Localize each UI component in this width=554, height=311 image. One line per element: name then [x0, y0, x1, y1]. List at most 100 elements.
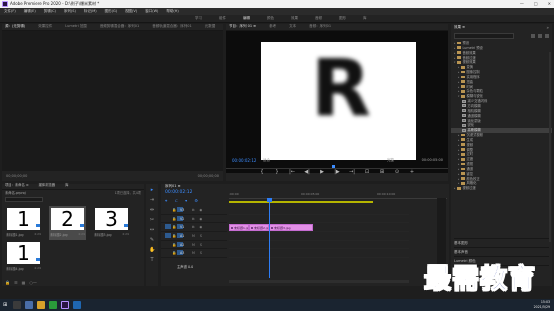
lift-button[interactable]: ⊡ — [364, 170, 370, 175]
workspace-tab[interactable]: 库 — [363, 16, 367, 21]
list-view-icon[interactable]: ☰ — [14, 280, 18, 285]
menu-graphics[interactable]: 图形(G) — [105, 9, 117, 14]
timeline-clip[interactable]: 未标题1.jpg — [229, 223, 249, 231]
track-controls[interactable]: M S — [192, 234, 204, 238]
extract-button[interactable]: ⊞ — [379, 170, 385, 175]
lock-icon[interactable]: 🔒 — [5, 280, 10, 285]
menu-view[interactable]: 视图(V) — [125, 9, 137, 14]
add-button[interactable]: + — [409, 170, 415, 175]
windows-start-icon[interactable]: ⊞ — [3, 302, 7, 308]
source-patch[interactable] — [165, 233, 171, 239]
maximize-button[interactable]: □ — [534, 1, 538, 6]
razor-tool-icon[interactable]: ✂ — [149, 217, 155, 223]
yuv-effects-icon[interactable] — [545, 34, 549, 38]
time-ruler[interactable]: :00:00 00:00:05:00 00:00:10:00 — [229, 192, 447, 199]
track-lane[interactable] — [229, 215, 409, 224]
slip-tool-icon[interactable]: ↔ — [149, 227, 155, 233]
menu-clip[interactable]: 剪辑(C) — [44, 9, 56, 14]
source-tab[interactable]: 源：(无剪辑) — [5, 25, 25, 29]
go-to-out-button[interactable]: →| — [349, 170, 355, 175]
work-area-bar[interactable] — [229, 201, 373, 203]
task-view-icon[interactable] — [25, 301, 33, 309]
workspace-tab[interactable]: 学习 — [195, 16, 202, 21]
track-controls[interactable]: ⧉ ◉ — [192, 225, 204, 229]
lock-icon[interactable]: 🔓 — [172, 243, 176, 247]
effects-search-input[interactable] — [454, 33, 514, 39]
project-item[interactable]: 1 未标题1.jpg 4:29 — [5, 206, 42, 240]
effect-folder[interactable]: ▸ 视频过渡 — [451, 186, 552, 191]
program-tab[interactable]: 参考 — [269, 25, 276, 29]
pen-tool-icon[interactable]: ✎ — [149, 237, 155, 243]
lock-icon[interactable]: 🔓 — [172, 208, 176, 212]
hand-tool-icon[interactable]: ✋ — [149, 247, 155, 253]
program-tab[interactable]: 节目：序列 01 ≡ — [229, 25, 256, 29]
track-lane[interactable] — [229, 241, 409, 250]
close-button[interactable]: ✕ — [548, 1, 551, 6]
source-tab[interactable]: 音频轨道混合器：序列01 — [152, 25, 191, 29]
track-lane[interactable] — [229, 232, 409, 241]
track-lane[interactable] — [229, 249, 409, 259]
icon-view-icon[interactable]: ▦ — [22, 280, 26, 285]
menu-edit[interactable]: 编辑(E) — [24, 9, 36, 14]
mark-out-button[interactable]: } — [274, 170, 280, 175]
system-clock[interactable]: 15:03 2021/5/29 — [534, 300, 550, 309]
track-controls[interactable]: M S — [192, 251, 204, 255]
lock-icon[interactable]: 🔓 — [172, 234, 176, 238]
project-tab[interactable]: 项目：未命名 ≡ — [5, 183, 29, 189]
source-tab[interactable]: 效果控件 — [38, 25, 52, 29]
timeline-scrollbar[interactable] — [229, 280, 409, 283]
menu-markers[interactable]: 标记(M) — [84, 9, 97, 14]
side-section[interactable]: 基本声音 — [454, 247, 549, 256]
browser-icon[interactable] — [49, 301, 57, 309]
workspace-tab[interactable]: 效果 — [291, 16, 298, 21]
source-tab[interactable]: 音频剪辑混合器：序列01 — [100, 25, 139, 29]
timeline-clip[interactable]: 未标题3.jpg — [269, 223, 313, 231]
source-tab[interactable]: 元数据 — [205, 25, 216, 29]
go-to-in-button[interactable]: |← — [289, 170, 295, 175]
type-tool-icon[interactable]: T — [149, 257, 155, 263]
lock-icon[interactable]: 🔓 — [172, 225, 176, 229]
menu-window[interactable]: 窗口(W) — [145, 9, 158, 14]
search-icon[interactable] — [13, 301, 21, 309]
workspace-tab[interactable]: 编辑 — [243, 16, 250, 21]
program-viewer[interactable]: R 00:00:02:12 适合 完整 00:00:05:00 — [226, 31, 448, 173]
project-tab[interactable]: 库 — [65, 183, 68, 189]
workspace-tab[interactable]: 组件 — [219, 16, 226, 21]
accelerated-effects-icon[interactable] — [531, 34, 535, 38]
program-playhead-marker[interactable] — [332, 165, 335, 168]
panel-menu-icon[interactable]: » — [547, 25, 549, 30]
workspace-tab[interactable]: 音频 — [315, 16, 322, 21]
program-tab[interactable]: 音频：序列01 — [309, 25, 331, 29]
ripple-edit-tool-icon[interactable]: ⇹ — [149, 207, 155, 213]
step-back-button[interactable]: ◀| — [304, 170, 310, 175]
file-explorer-icon[interactable] — [37, 301, 45, 309]
export-frame-button[interactable]: ⊙ — [394, 170, 400, 175]
project-item[interactable]: 3 未标题3.jpg 4:29 — [93, 206, 130, 240]
source-monitor-viewer[interactable] — [2, 31, 223, 171]
zoom-fit-select[interactable]: 适合 — [263, 158, 270, 163]
project-search-input[interactable] — [5, 197, 43, 202]
project-item[interactable]: 1 未标题4.jpg 4:29 — [5, 240, 42, 274]
source-timecode[interactable]: 00;00;00;00 — [6, 174, 27, 179]
timeline-clip[interactable]: 未标题2.jpg — [249, 223, 269, 231]
lock-icon[interactable]: 🔓 — [172, 217, 176, 221]
track-controls[interactable]: M S — [192, 243, 204, 247]
premiere-taskbar-icon[interactable] — [61, 301, 69, 309]
lock-icon[interactable]: 🔓 — [172, 251, 176, 255]
timeline-settings-icons[interactable]: ⌖ ⊂ ▾ ⚙ — [165, 198, 201, 203]
effects-scrollbar[interactable] — [549, 52, 551, 242]
minimize-button[interactable]: — — [520, 1, 524, 6]
track-lane[interactable]: 未标题1.jpg 未标题2.jpg 未标题3.jpg — [229, 223, 409, 233]
side-section[interactable]: 基本图形 — [454, 238, 549, 247]
selection-tool-icon[interactable]: ▸ — [149, 187, 155, 193]
source-patch[interactable] — [165, 224, 171, 230]
workspace-tab[interactable]: 颜色 — [267, 16, 274, 21]
step-forward-button[interactable]: |▶ — [334, 170, 340, 175]
track-controls[interactable]: ⧉ ◉ — [192, 217, 204, 221]
menu-help[interactable]: 帮助(H) — [166, 9, 178, 14]
program-current-timecode[interactable]: 00:00:02:12 — [232, 159, 256, 163]
zoom-slider[interactable]: ○— — [29, 280, 37, 285]
project-item[interactable]: 2 未标题2.jpg 4:29 — [49, 206, 86, 240]
32bit-effects-icon[interactable] — [538, 34, 542, 38]
track-select-tool-icon[interactable]: ⇥ — [149, 197, 155, 203]
